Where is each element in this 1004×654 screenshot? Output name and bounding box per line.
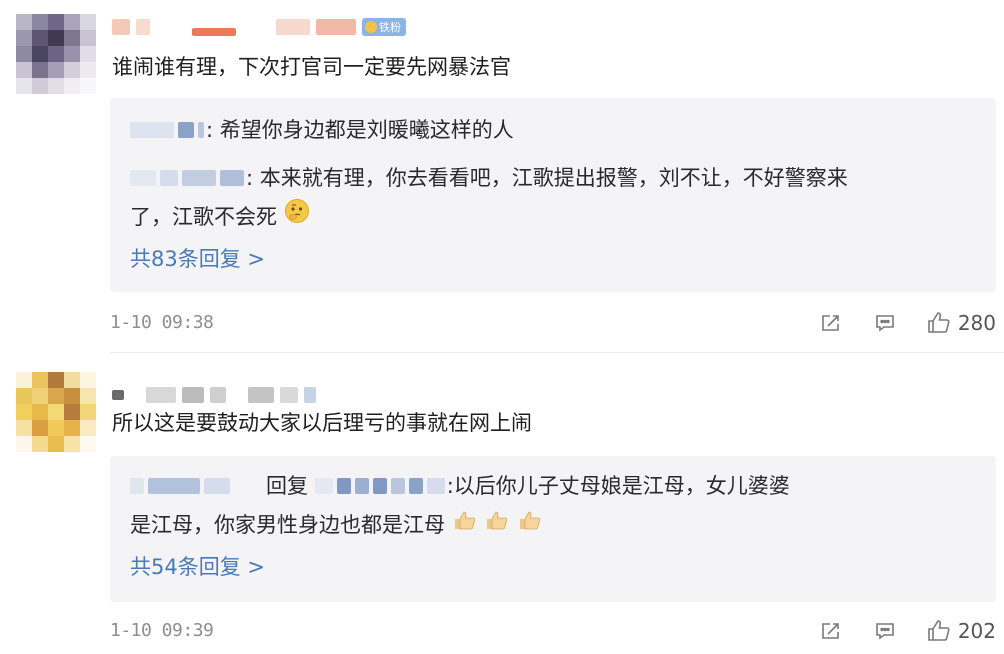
thinking-emoji-icon <box>284 198 310 236</box>
reply-item[interactable]: : 希望你身边都是刘暖曦这样的人 <box>130 110 976 149</box>
share-icon[interactable] <box>818 618 844 644</box>
reply-item[interactable]: : 本来就有理，你去看看吧，江歌提出报警，刘不让，不好警察来 了，江歌不会死 <box>130 158 976 236</box>
comment-icon[interactable] <box>872 310 898 336</box>
comment-time: 1-10 09:39 <box>110 620 214 641</box>
more-replies-link[interactable]: 共54条回复 > <box>130 552 265 582</box>
comment-actions: 280 <box>818 308 996 338</box>
thumbs-up-icon[interactable] <box>926 310 952 336</box>
username[interactable] <box>112 380 316 410</box>
reply-item[interactable]: 回复 :以后你儿子丈母娘是江母，女儿婆婆 是江母，你家男性身边也都是江母 <box>130 466 976 544</box>
reply-target-username[interactable] <box>314 478 445 494</box>
thumbs-up-icon[interactable] <box>926 618 952 644</box>
reply-text: : 希望你身边都是刘暖曦这样的人 <box>206 118 514 142</box>
reply-username[interactable] <box>130 478 264 494</box>
comment-meta: 1-10 09:38 280 <box>110 308 996 338</box>
reply-username[interactable] <box>130 170 244 186</box>
avatar[interactable] <box>16 14 96 94</box>
comment-actions: 202 <box>818 616 996 646</box>
like-count: 202 <box>957 619 996 643</box>
reply-text-continued: 了，江歌不会死 <box>130 205 277 229</box>
divider <box>110 352 1004 353</box>
thumbs-up-emoji-icon <box>452 506 478 544</box>
comment-time: 1-10 09:38 <box>110 312 214 333</box>
reply-word: 回复 <box>266 474 308 498</box>
fan-badge-label: 铁粉 <box>379 21 401 34</box>
more-replies-link[interactable]: 共83条回复 > <box>130 244 265 274</box>
comment-meta: 1-10 09:39 202 <box>110 616 996 646</box>
comment-text: 所以这是要鼓动大家以后理亏的事就在网上闹 <box>112 411 532 435</box>
reply-text: : 本来就有理，你去看看吧，江歌提出报警，刘不让，不好警察来 <box>246 166 848 190</box>
reply-box[interactable]: 回复 :以后你儿子丈母娘是江母，女儿婆婆 是江母，你家男性身边也都是江母 共54 <box>110 456 996 602</box>
avatar[interactable] <box>16 372 96 452</box>
thumbs-up-emoji-icon <box>484 506 510 544</box>
fan-badge-icon <box>365 21 377 33</box>
reply-text: :以后你儿子丈母娘是江母，女儿婆婆 <box>446 474 790 498</box>
like-count: 280 <box>957 311 996 335</box>
reply-text-continued: 是江母，你家男性身边也都是江母 <box>130 513 445 537</box>
share-icon[interactable] <box>818 310 844 336</box>
reply-box[interactable]: : 希望你身边都是刘暖曦这样的人 : 本来就有理，你去看看吧，江歌提出报警，刘不… <box>110 98 996 292</box>
thumbs-up-emoji-icon <box>517 506 543 544</box>
comment-text: 谁闹谁有理，下次打官司一定要先网暴法官 <box>112 55 511 79</box>
username[interactable]: 铁粉 <box>112 12 406 42</box>
comment-icon[interactable] <box>872 618 898 644</box>
reply-username[interactable] <box>130 122 204 138</box>
fan-badge: 铁粉 <box>362 18 406 36</box>
